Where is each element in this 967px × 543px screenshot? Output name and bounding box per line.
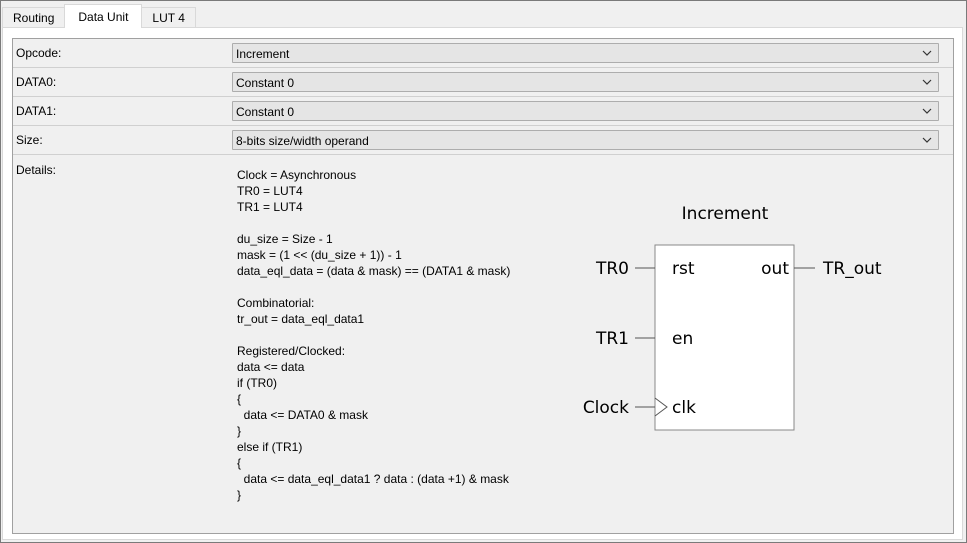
code-line: TR1 = LUT4: [237, 200, 303, 214]
input-tr0: TR0: [595, 259, 629, 279]
chevron-down-icon: [922, 50, 932, 56]
properties-grid: Opcode: Increment DATA0: Constant 0 DATA…: [12, 38, 954, 534]
data0-value: Constant 0: [236, 76, 295, 90]
input-clock: Clock: [583, 398, 629, 418]
size-select[interactable]: 8-bits size/width operand: [232, 130, 939, 150]
size-label: Size:: [16, 133, 43, 147]
code-line: Registered/Clocked:: [237, 344, 346, 358]
data1-value: Constant 0: [236, 105, 295, 119]
code-line: data <= data_eql_data1 ? data : (data +1…: [237, 472, 509, 486]
code-line: TR0 = LUT4: [237, 184, 303, 198]
opcode-value: Increment: [236, 47, 290, 61]
code-line: }: [237, 488, 242, 502]
code-line: }: [237, 424, 242, 438]
code-line: if (TR0): [237, 376, 277, 390]
data1-row: DATA1: Constant 0: [13, 97, 953, 126]
data0-row: DATA0: Constant 0: [13, 68, 953, 97]
data0-select[interactable]: Constant 0: [232, 72, 939, 92]
port-rst: rst: [672, 259, 695, 279]
size-value: 8-bits size/width operand: [236, 134, 369, 148]
tab-lut4[interactable]: LUT 4: [141, 7, 196, 28]
tab-data-unit[interactable]: Data Unit: [64, 4, 143, 28]
diagram-title: Increment: [682, 204, 769, 224]
code-line: data_eql_data = (data & mask) == (DATA1 …: [237, 264, 511, 278]
code-line: {: [237, 392, 242, 406]
tab-routing[interactable]: Routing: [2, 7, 66, 28]
block-diagram: Increment TR0 TR1 Clock rst en clk out T…: [583, 204, 882, 431]
opcode-row: Opcode: Increment: [13, 39, 953, 68]
data1-select[interactable]: Constant 0: [232, 101, 939, 121]
tab-bar: Routing Data Unit LUT 4: [2, 4, 196, 28]
code-line: Combinatorial:: [237, 296, 315, 310]
input-tr1: TR1: [595, 329, 629, 349]
details-code: Clock = Asynchronous TR0 = LUT4 TR1 = LUT4…: [237, 167, 510, 503]
code-line: else if (TR1): [237, 440, 303, 454]
code-line: data <= DATA0 & mask: [237, 408, 368, 422]
code-line: data <= data: [237, 360, 305, 374]
code-line: Clock = Asynchronous: [237, 168, 357, 182]
size-row: Size: 8-bits size/width operand: [13, 126, 953, 155]
chevron-down-icon: [922, 137, 932, 143]
window: Routing Data Unit LUT 4 Opcode: Incremen…: [0, 0, 967, 543]
code-line: {: [237, 456, 242, 470]
port-clk: clk: [672, 398, 696, 418]
opcode-select[interactable]: Increment: [232, 43, 939, 63]
chevron-down-icon: [922, 79, 932, 85]
details-label: Details:: [16, 163, 57, 177]
port-en: en: [672, 329, 693, 349]
data1-label: DATA1:: [16, 104, 57, 118]
code-line: tr_out = data_eql_data1: [237, 312, 365, 326]
tab-panel: Opcode: Increment DATA0: Constant 0 DATA…: [2, 27, 963, 540]
chevron-down-icon: [922, 108, 932, 114]
code-line: mask = (1 << (du_size + 1)) - 1: [237, 248, 402, 262]
code-line: du_size = Size - 1: [237, 232, 333, 246]
output-tr-out: TR_out: [822, 259, 882, 279]
port-out: out: [761, 259, 789, 279]
opcode-label: Opcode:: [16, 46, 62, 60]
data0-label: DATA0:: [16, 75, 57, 89]
